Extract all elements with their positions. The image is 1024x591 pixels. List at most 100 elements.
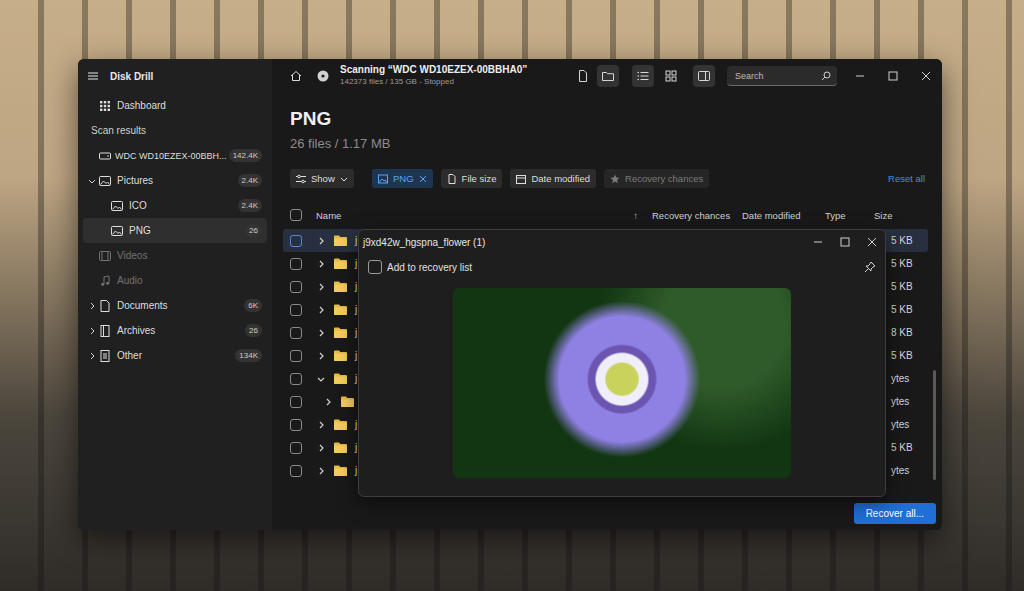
column-header[interactable]: Size (867, 210, 928, 221)
folder-icon (334, 258, 347, 269)
file-icon (577, 70, 589, 82)
view-button[interactable] (572, 65, 594, 87)
preview-maximize-button[interactable] (831, 230, 858, 254)
column-header[interactable]: Type (818, 210, 867, 221)
close-button[interactable] (909, 59, 942, 93)
sidebar-item[interactable]: Dashboard (83, 93, 267, 118)
preview-minimize-button[interactable] (804, 230, 831, 254)
row-checkbox[interactable] (290, 419, 302, 431)
sidebar-item[interactable]: PNG26 (83, 218, 267, 243)
sidebar-item[interactable]: Videos (83, 243, 267, 268)
count-badge: 6K (244, 299, 262, 312)
file-name: j (355, 442, 357, 453)
folder-icon (341, 396, 354, 407)
chevron-right-icon[interactable] (317, 352, 325, 360)
chevron-right-icon[interactable] (88, 327, 96, 335)
view-button[interactable] (597, 65, 619, 87)
chevron-right-icon[interactable] (317, 306, 325, 314)
column-header[interactable]: Recovery chances (645, 210, 735, 221)
scrollbar-thumb[interactable] (933, 370, 936, 480)
view-button[interactable] (693, 65, 715, 87)
chevron-right-icon[interactable] (317, 467, 325, 475)
table-header: Name↑Recovery chancesDate modifiedTypeSi… (283, 204, 928, 226)
recover-all-button[interactable]: Recover all... (854, 503, 936, 524)
sidebar-item[interactable]: Pictures2.4K (83, 168, 267, 193)
chevron-right-icon[interactable] (88, 352, 96, 360)
sidebar-item[interactable]: Other134K (83, 343, 267, 368)
picture-icon (111, 225, 123, 237)
chevron-right-icon[interactable] (317, 237, 325, 245)
checkbox-cell (283, 373, 308, 385)
preview-image (453, 288, 791, 478)
scan-title-block: Scanning “WDC WD10EZEX-00BBHA0”142373 fi… (340, 64, 527, 88)
chevron-right-icon[interactable] (317, 329, 325, 337)
count-badge: 26 (245, 224, 262, 237)
filter-chip[interactable]: PNG (372, 169, 433, 188)
column-header[interactable]: Name↑ (308, 210, 645, 221)
folder-icon (334, 304, 347, 315)
view-button[interactable] (632, 65, 654, 87)
chevron-right-icon[interactable] (88, 302, 96, 310)
search-placeholder: Search (735, 71, 821, 81)
window-controls (843, 59, 942, 93)
show-label: Show (311, 173, 335, 184)
row-checkbox[interactable] (290, 327, 302, 339)
row-checkbox[interactable] (290, 442, 302, 454)
filter-bar: ShowPNGFile sizeDate modifiedRecovery ch… (283, 169, 928, 188)
drive-icon (99, 150, 111, 162)
file-name: j (355, 350, 357, 361)
preview-window: j9xd42w_hgspna_flower (1)Add to recovery… (358, 229, 886, 497)
filter-chip[interactable]: File size (441, 169, 503, 188)
picture-icon (111, 200, 123, 212)
sidebar-item[interactable]: Audio (83, 268, 267, 293)
chevron-right-icon[interactable] (317, 260, 325, 268)
filter-chip[interactable]: Date modified (510, 169, 596, 188)
remove-filter-icon[interactable] (419, 175, 427, 183)
row-checkbox[interactable] (290, 258, 302, 270)
row-checkbox[interactable] (290, 373, 302, 385)
sidebar-item[interactable]: WDC WD10EZEX-00BBH...142.4K (83, 143, 267, 168)
row-checkbox[interactable] (290, 281, 302, 293)
chevron-down-icon[interactable] (317, 375, 325, 383)
sidebar: Disk DrillDashboardScan resultsWDC WD10E… (78, 59, 272, 530)
search-field[interactable]: Search (727, 66, 837, 86)
folder-icon (334, 465, 347, 476)
file-name: j (355, 304, 357, 315)
star-icon (610, 174, 620, 184)
home-icon[interactable] (290, 70, 302, 82)
select-all-checkbox[interactable] (290, 209, 302, 221)
show-dropdown[interactable]: Show (290, 169, 354, 188)
row-checkbox[interactable] (290, 304, 302, 316)
preview-close-button[interactable] (858, 230, 885, 254)
column-header[interactable]: Date modified (735, 210, 818, 221)
row-checkbox[interactable] (290, 465, 302, 477)
maximize-button[interactable] (876, 59, 909, 93)
search-icon (821, 71, 831, 81)
chevron-right-icon[interactable] (324, 398, 332, 406)
reset-all-link[interactable]: Reset all (888, 173, 928, 184)
chevron-down-icon[interactable] (88, 177, 96, 185)
chevron-right-icon[interactable] (317, 421, 325, 429)
chevron-right-icon[interactable] (317, 283, 325, 291)
sidebar-item[interactable]: ICO2.4K (83, 193, 267, 218)
row-checkbox[interactable] (290, 350, 302, 362)
scan-title: Scanning “WDC WD10EZEX-00BBHA0” (340, 64, 527, 76)
sidebar-item[interactable]: Documents6K (83, 293, 267, 318)
chevron-right-icon[interactable] (317, 444, 325, 452)
hamburger-icon[interactable] (88, 71, 98, 81)
pin-icon[interactable] (864, 261, 876, 273)
row-checkbox[interactable] (290, 396, 302, 408)
add-to-recovery-checkbox[interactable] (368, 260, 382, 274)
disk-icon (317, 70, 329, 82)
row-checkbox[interactable] (290, 235, 302, 247)
minimize-button[interactable] (843, 59, 876, 93)
checkbox-cell (283, 396, 308, 408)
sidebar-item[interactable]: Archives26 (83, 318, 267, 343)
folder-icon (334, 281, 347, 292)
file-name: j (355, 419, 357, 430)
count-badge: 2.4K (238, 199, 262, 212)
folder-icon (334, 373, 347, 384)
view-button[interactable] (660, 65, 682, 87)
chip-label: PNG (393, 173, 414, 184)
category-summary: 26 files / 1.17 MB (283, 135, 928, 153)
